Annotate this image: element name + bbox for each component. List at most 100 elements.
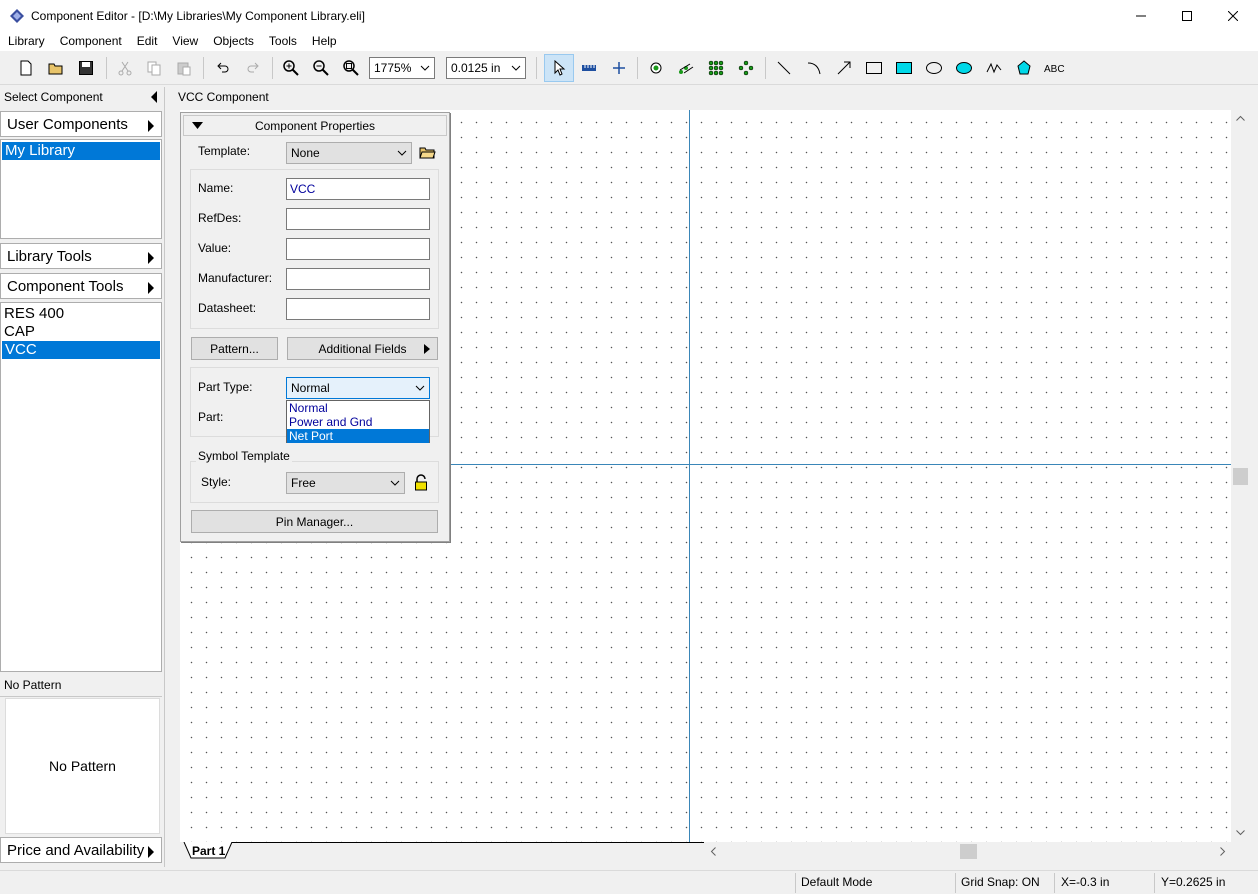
filled-rectangle-tool-button[interactable]	[891, 55, 917, 81]
filled-ellipse-tool-button[interactable]	[951, 55, 977, 81]
horizontal-scroll-thumb[interactable]	[960, 844, 977, 859]
vertical-scrollbar[interactable]	[1232, 110, 1249, 842]
grid-size-select[interactable]: 0.0125 in	[446, 57, 526, 79]
save-button[interactable]	[73, 55, 99, 81]
scroll-right-icon[interactable]	[1220, 847, 1226, 856]
part-type-dropdown[interactable]: Normal Power and Gnd Net Port	[286, 400, 430, 443]
splitter[interactable]	[164, 87, 165, 867]
redo-button[interactable]	[240, 55, 266, 81]
minimize-button[interactable]	[1118, 0, 1164, 31]
style-select[interactable]: Free	[286, 472, 405, 494]
user-components-button[interactable]: User Components	[0, 111, 162, 137]
component-tools-button[interactable]: Component Tools	[0, 273, 162, 299]
zoom-out-icon	[313, 60, 329, 76]
template-select[interactable]: None	[286, 142, 412, 164]
pin-cross-icon	[738, 60, 754, 76]
additional-fields-button[interactable]: Additional Fields	[287, 337, 438, 360]
value-input[interactable]	[286, 238, 430, 260]
scroll-down-icon[interactable]	[1236, 830, 1245, 836]
menu-component[interactable]: Component	[52, 34, 129, 48]
undo-button[interactable]	[210, 55, 236, 81]
scroll-left-icon[interactable]	[710, 847, 716, 856]
part-type-option-power-gnd[interactable]: Power and Gnd	[287, 415, 429, 429]
status-x-coordinate: X=-0.3 in	[1061, 875, 1110, 889]
rectangle-tool-button[interactable]	[861, 55, 887, 81]
pin-manager-button[interactable]: Pin Manager...	[191, 510, 438, 533]
open-folder-icon[interactable]	[419, 144, 437, 160]
pin-array-button[interactable]	[673, 55, 699, 81]
component-list[interactable]: RES 400 CAP VCC	[0, 302, 162, 672]
menu-bar: Library Component Edit View Objects Tool…	[0, 31, 1258, 51]
list-item-my-library[interactable]: My Library	[2, 142, 160, 160]
menu-tools[interactable]: Tools	[261, 34, 304, 48]
zoom-fit-button[interactable]	[338, 55, 364, 81]
pointer-icon	[554, 60, 566, 76]
collapse-left-icon[interactable]	[150, 90, 158, 104]
rectangle-icon	[866, 62, 882, 74]
tab-part-1[interactable]: Part 1	[192, 844, 225, 858]
zoom-value: 1775%	[374, 61, 412, 75]
lock-icon[interactable]	[414, 474, 428, 491]
text-tool-button[interactable]: ABC	[1041, 55, 1067, 81]
copy-button[interactable]	[141, 55, 167, 81]
polyline-tool-button[interactable]	[981, 55, 1007, 81]
pin-grid-button[interactable]	[703, 55, 729, 81]
pattern-divider	[0, 696, 162, 697]
library-list[interactable]: My Library	[0, 139, 162, 239]
zoom-in-button[interactable]	[278, 55, 304, 81]
library-tools-button[interactable]: Library Tools	[0, 243, 162, 269]
part-type-option-net-port[interactable]: Net Port	[287, 429, 429, 443]
arc-tool-button[interactable]	[801, 55, 827, 81]
zoom-select[interactable]: 1775%	[369, 57, 435, 79]
crosshair-icon	[613, 62, 625, 74]
line-icon	[777, 61, 791, 75]
part-type-label: Part Type:	[198, 380, 253, 394]
ellipse-tool-button[interactable]	[921, 55, 947, 81]
scroll-up-icon[interactable]	[1236, 115, 1245, 121]
origin-tool-button[interactable]	[606, 55, 632, 81]
price-availability-button[interactable]: Price and Availability	[0, 837, 162, 863]
new-button[interactable]	[13, 55, 39, 81]
menu-edit[interactable]: Edit	[129, 34, 165, 48]
close-button[interactable]	[1210, 0, 1256, 31]
list-item-cap[interactable]: CAP	[1, 323, 161, 341]
status-grid-snap: Grid Snap: ON	[961, 875, 1040, 889]
name-input[interactable]: VCC	[286, 178, 430, 200]
select-tool-button[interactable]	[544, 54, 574, 82]
polygon-tool-button[interactable]	[1011, 55, 1037, 81]
manufacturer-input[interactable]	[286, 268, 430, 290]
paste-button[interactable]	[171, 55, 197, 81]
chevron-down-icon	[397, 150, 407, 156]
cut-button[interactable]	[112, 55, 138, 81]
pin-tool-button[interactable]	[643, 55, 669, 81]
title-bar: Component Editor - [D:\My Libraries\My C…	[0, 0, 1258, 31]
collapse-triangle-icon[interactable]	[192, 122, 203, 130]
measure-tool-button[interactable]	[576, 55, 602, 81]
arrow-tool-button[interactable]	[831, 55, 857, 81]
menu-library[interactable]: Library	[0, 34, 52, 48]
line-tool-button[interactable]	[771, 55, 797, 81]
list-item-res-400[interactable]: RES 400	[1, 305, 161, 323]
redo-icon	[247, 62, 259, 73]
list-item-vcc[interactable]: VCC	[2, 341, 160, 359]
maximize-button[interactable]	[1164, 0, 1210, 31]
menu-view[interactable]: View	[164, 34, 205, 48]
refdes-input[interactable]	[286, 208, 430, 230]
vertical-scroll-thumb[interactable]	[1233, 468, 1248, 485]
open-button[interactable]	[43, 55, 69, 81]
svg-text:ABC: ABC	[1044, 64, 1065, 75]
pattern-button[interactable]: Pattern...	[191, 337, 278, 360]
part-type-option-normal[interactable]: Normal	[287, 401, 429, 415]
menu-help[interactable]: Help	[304, 34, 344, 48]
polygon-icon	[1017, 60, 1031, 75]
horizontal-scrollbar[interactable]	[704, 843, 1232, 860]
chevron-down-icon	[415, 385, 425, 391]
refdes-label: RefDes:	[198, 211, 242, 225]
zoom-out-button[interactable]	[308, 55, 334, 81]
pin-cross-button[interactable]	[733, 55, 759, 81]
menu-objects[interactable]: Objects	[205, 34, 261, 48]
polyline-icon	[986, 62, 1002, 74]
part-type-select[interactable]: Normal	[286, 377, 430, 399]
properties-header[interactable]: Component Properties	[183, 115, 447, 136]
datasheet-input[interactable]	[286, 298, 430, 320]
